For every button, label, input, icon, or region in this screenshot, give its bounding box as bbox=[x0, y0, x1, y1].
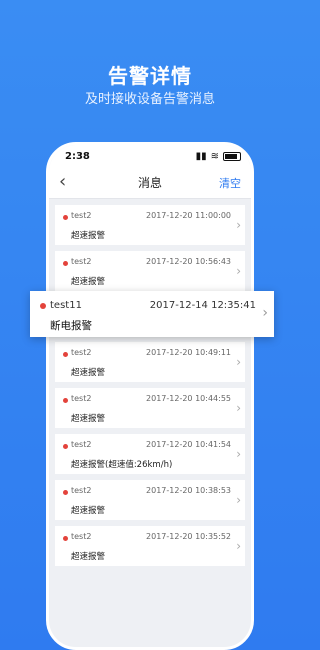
status-icons: ▮▮ ≋ bbox=[196, 151, 241, 162]
device-name: test2 bbox=[71, 532, 92, 541]
message-text: 超速报警 bbox=[71, 277, 106, 287]
message-time: 2017-12-20 10:56:43 bbox=[146, 257, 231, 266]
chevron-right-icon: › bbox=[236, 218, 241, 232]
unread-dot-icon bbox=[63, 490, 68, 495]
page-title: 消息 bbox=[137, 176, 162, 190]
message-text: 超速报警 bbox=[71, 552, 106, 562]
device-name: test2 bbox=[71, 440, 92, 449]
chevron-right-icon: › bbox=[262, 305, 268, 321]
chevron-right-icon: › bbox=[236, 401, 241, 415]
list-item[interactable]: test2 2017-12-20 10:41:54 超速报警(超速值:26km/… bbox=[55, 434, 245, 474]
message-time: 2017-12-14 12:35:41 bbox=[149, 300, 256, 311]
phone-frame: 2:38 ▮▮ ≋ ‹ 消息 清空 test2 2017-12-20 11:00… bbox=[46, 142, 254, 650]
message-time: 2017-12-20 11:00:00 bbox=[146, 211, 231, 220]
unread-dot-icon bbox=[63, 261, 68, 266]
message-time: 2017-12-20 10:49:11 bbox=[146, 348, 231, 357]
unread-dot-icon bbox=[40, 303, 46, 309]
chevron-right-icon: › bbox=[236, 264, 241, 278]
list-item[interactable]: test2 2017-12-20 10:56:43 超速报警 › bbox=[55, 251, 245, 291]
clear-button[interactable]: 清空 bbox=[219, 175, 241, 191]
unread-dot-icon bbox=[63, 536, 68, 541]
chevron-right-icon: › bbox=[236, 539, 241, 553]
list-item[interactable]: test2 2017-12-20 10:44:55 超速报警 › bbox=[55, 388, 245, 428]
signal-icon: ▮▮ bbox=[195, 150, 207, 162]
list-item[interactable]: test2 2017-12-20 10:35:52 超速报警 › bbox=[55, 526, 245, 566]
hero-title: 告警详情 bbox=[108, 64, 192, 88]
list-item[interactable]: test2 2017-12-20 10:38:53 超速报警 › bbox=[55, 480, 245, 520]
status-time: 2:38 bbox=[65, 150, 90, 162]
message-time: 2017-12-20 10:41:54 bbox=[146, 440, 231, 449]
message-time: 2017-12-20 10:35:52 bbox=[146, 532, 231, 541]
device-name: test2 bbox=[71, 211, 92, 220]
back-icon[interactable]: ‹ bbox=[59, 171, 66, 193]
message-text: 断电报警 bbox=[50, 320, 92, 332]
wifi-icon: ≋ bbox=[210, 150, 219, 162]
list-item[interactable]: test2 2017-12-20 11:00:00 超速报警 › bbox=[55, 205, 245, 245]
unread-dot-icon bbox=[63, 398, 68, 403]
chevron-right-icon: › bbox=[236, 493, 241, 507]
device-name: test2 bbox=[71, 486, 92, 495]
chevron-right-icon: › bbox=[236, 447, 241, 461]
message-text: 超速报警 bbox=[71, 506, 106, 516]
device-name: test2 bbox=[71, 257, 92, 266]
message-text: 超速报警 bbox=[71, 231, 106, 241]
nav-bar: ‹ 消息 清空 bbox=[49, 167, 251, 199]
message-text: 超速报警 bbox=[71, 368, 106, 378]
highlighted-alert-card[interactable]: test11 2017-12-14 12:35:41 断电报警 › bbox=[30, 291, 274, 337]
chevron-right-icon: › bbox=[236, 355, 241, 369]
message-time: 2017-12-20 10:38:53 bbox=[146, 486, 231, 495]
device-name: test2 bbox=[71, 348, 92, 357]
message-time: 2017-12-20 10:44:55 bbox=[146, 394, 231, 403]
list-item[interactable]: test2 2017-12-20 10:49:11 超速报警 › bbox=[55, 342, 245, 382]
device-name: test2 bbox=[71, 394, 92, 403]
message-text: 超速报警 bbox=[71, 414, 106, 424]
status-bar: 2:38 ▮▮ ≋ bbox=[49, 145, 251, 167]
unread-dot-icon bbox=[63, 352, 68, 357]
hero-subtitle: 及时接收设备告警消息 bbox=[84, 92, 215, 107]
message-text: 超速报警(超速值:26km/h) bbox=[71, 460, 173, 470]
battery-icon bbox=[223, 151, 241, 161]
unread-dot-icon bbox=[63, 215, 68, 220]
device-name: test11 bbox=[50, 300, 82, 311]
unread-dot-icon bbox=[63, 444, 68, 449]
